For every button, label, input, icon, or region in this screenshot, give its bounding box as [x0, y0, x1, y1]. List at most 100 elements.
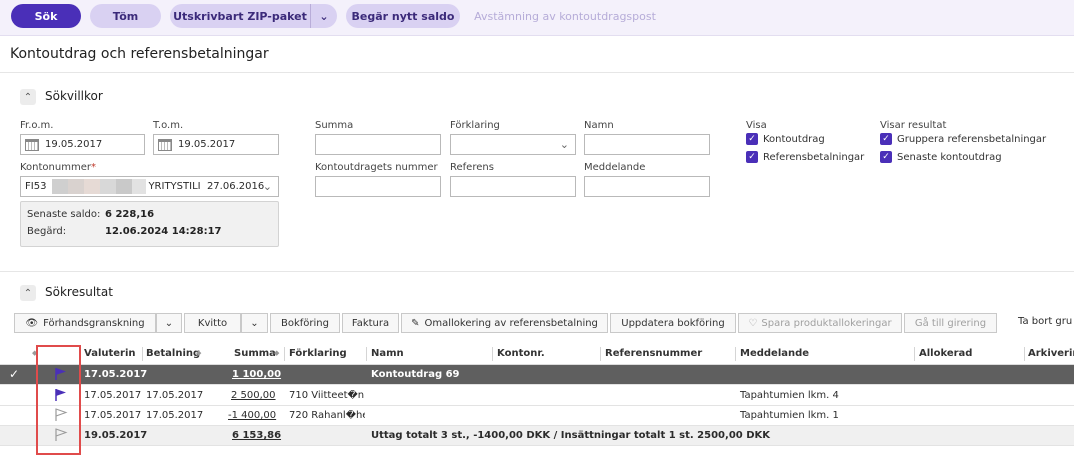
col-name[interactable]: Namn: [371, 348, 404, 359]
redacted-block: [100, 179, 117, 194]
check-icon: ✓: [746, 133, 758, 145]
sort-icon[interactable]: ◆: [274, 349, 279, 357]
check-icon: ✓: [746, 151, 758, 163]
zip-dropdown-button[interactable]: ⌄: [310, 4, 337, 28]
account-select[interactable]: FI53 YRITYSTILI 27.06.2016 ⌄: [20, 176, 279, 197]
table-row[interactable]: 17.05.2017 17.05.2017 2 500,00 710 Viitt…: [0, 386, 1074, 406]
explanation-label: Förklaring: [450, 120, 500, 131]
divider: [0, 72, 1074, 73]
amount-cell[interactable]: 6 153,86: [232, 430, 281, 441]
chevron-down-icon: ⌄: [164, 317, 174, 329]
redacted-block: [84, 179, 101, 194]
balance-value: 6 228,16: [105, 209, 155, 220]
calendar-icon[interactable]: [25, 138, 39, 151]
sum-input[interactable]: [315, 134, 441, 155]
balance-label: Senaste saldo:: [27, 209, 101, 220]
results-title: Sökresultat: [45, 285, 113, 299]
chevron-down-icon: ⌄: [559, 138, 569, 151]
latest-statement-checkbox[interactable]: ✓ Senaste kontoutdrag: [880, 151, 1002, 163]
redacted-block: [68, 179, 85, 194]
reference-label: Referens: [450, 162, 494, 173]
from-date-field[interactable]: 19.05.2017: [20, 134, 145, 155]
results-label: Visar resultat: [880, 120, 947, 131]
table-row[interactable]: 17.05.2017 17.05.2017 -1 400,00 720 Raha…: [0, 406, 1074, 426]
to-date-field[interactable]: 19.05.2017: [153, 134, 279, 155]
update-booking-button[interactable]: Uppdatera bokföring: [610, 313, 736, 333]
booking-button[interactable]: Bokföring: [270, 313, 340, 333]
divider: [0, 271, 1074, 272]
summary-row[interactable]: 19.05.2017 6 153,86 Uttag totalt 3 st., …: [0, 426, 1074, 446]
invoice-button[interactable]: Faktura: [342, 313, 399, 333]
redacted-block: [52, 179, 69, 194]
show-statement-checkbox[interactable]: ✓ Kontoutdrag: [746, 133, 825, 145]
name-cell: Kontoutdrag 69: [371, 369, 460, 380]
amount-cell[interactable]: 1 100,00: [232, 369, 281, 380]
heart-icon: ♡: [748, 317, 758, 329]
amount-cell[interactable]: -1 400,00: [228, 410, 276, 421]
col-allocated[interactable]: Allokerad: [919, 348, 972, 359]
statement-number-label: Kontoutdragets nummer: [315, 162, 438, 173]
highlight-box: [36, 345, 81, 455]
name-cell: Uttag totalt 3 st., -1400,00 DKK / Insät…: [371, 430, 771, 441]
group-refpay-checkbox[interactable]: ✓ Gruppera referensbetalningar: [880, 133, 1046, 145]
col-amount[interactable]: Summa: [234, 348, 276, 359]
calendar-icon[interactable]: [158, 138, 172, 151]
col-explanation[interactable]: Förklaring: [289, 348, 347, 359]
check-icon: ✓: [880, 133, 892, 145]
action-bar: Sök Töm Utskrivbart ZIP-paket ⌄ Begär ny…: [0, 0, 1074, 36]
show-label: Visa: [746, 120, 767, 131]
to-date-label: T.o.m.: [153, 120, 184, 131]
receipt-dropdown-button[interactable]: ⌄: [241, 313, 268, 333]
reference-input[interactable]: [450, 176, 576, 197]
name-label: Namn: [584, 120, 614, 131]
check-icon[interactable]: ✓: [9, 367, 19, 381]
table-row[interactable]: ✓ 17.05.2017 1 100,00 Kontoutdrag 69: [0, 365, 1074, 385]
receipt-button[interactable]: Kvitto: [184, 313, 241, 333]
sum-label: Summa: [315, 120, 354, 131]
zip-package-button[interactable]: Utskrivbart ZIP-paket: [170, 4, 310, 28]
to-giro-button[interactable]: Gå till girering: [904, 313, 997, 333]
balance-panel: Senaste saldo: 6 228,16 Begärd: 12.06.20…: [20, 201, 279, 247]
results-grid-header: ◆ Valuterin Betalning ◆ Summa ◆ Förklari…: [0, 343, 1074, 365]
request-balance-button[interactable]: Begär nytt saldo: [346, 4, 460, 28]
value-date-cell: 17.05.2017: [84, 390, 142, 401]
col-message[interactable]: Meddelande: [740, 348, 809, 359]
col-account[interactable]: Kontonr.: [497, 348, 545, 359]
remove-group-button[interactable]: Ta bort gru: [1018, 316, 1072, 327]
col-reference-number[interactable]: Referensnummer: [605, 348, 702, 359]
page-title: Kontoutdrag och referensbetalningar: [10, 46, 269, 62]
save-allocations-button[interactable]: ♡ Spara produktallokeringar: [738, 313, 902, 333]
reconcile-button[interactable]: Avstämning av kontoutdragspost: [474, 4, 656, 28]
collapse-criteria-icon[interactable]: ⌃: [20, 89, 36, 105]
sort-icon[interactable]: ◆: [196, 349, 201, 357]
clear-button[interactable]: Töm: [90, 4, 161, 28]
message-cell: Tapahtumien lkm. 1: [740, 410, 839, 421]
collapse-results-icon[interactable]: ⌃: [20, 285, 36, 301]
value-date-cell: 19.05.2017: [84, 430, 148, 441]
value-date-cell: 17.05.2017: [84, 410, 142, 421]
col-archive[interactable]: Arkivering: [1028, 348, 1074, 359]
preview-button[interactable]: 👁 Förhandsgranskning: [14, 313, 156, 333]
requested-label: Begärd:: [27, 226, 67, 237]
check-icon: ✓: [880, 151, 892, 163]
chevron-down-icon: ⌄: [262, 180, 272, 193]
show-refpay-checkbox[interactable]: ✓ Referensbetalningar: [746, 151, 864, 163]
account-label: Kontonummer*: [20, 162, 96, 173]
amount-cell[interactable]: 2 500,00: [231, 390, 276, 401]
from-date-label: Fr.o.m.: [20, 120, 54, 131]
eye-icon: 👁: [25, 317, 39, 329]
chevron-down-icon: ⌄: [319, 9, 329, 23]
search-button[interactable]: Sök: [11, 4, 81, 28]
requested-value: 12.06.2024 14:28:17: [105, 226, 222, 237]
criteria-title: Sökvillkor: [45, 89, 103, 103]
col-value-date[interactable]: Valuterin: [84, 348, 136, 359]
value-date-cell: 17.05.2017: [84, 369, 148, 380]
reallocate-button[interactable]: ✎ Omallokering av referensbetalning: [401, 313, 608, 333]
pay-date-cell: 17.05.2017: [146, 410, 204, 421]
explanation-select[interactable]: ⌄: [450, 134, 576, 155]
preview-dropdown-button[interactable]: ⌄: [156, 313, 182, 333]
col-pay-date[interactable]: Betalning: [146, 348, 200, 359]
name-input[interactable]: [584, 134, 710, 155]
message-input[interactable]: [584, 176, 710, 197]
statement-number-input[interactable]: [315, 176, 441, 197]
